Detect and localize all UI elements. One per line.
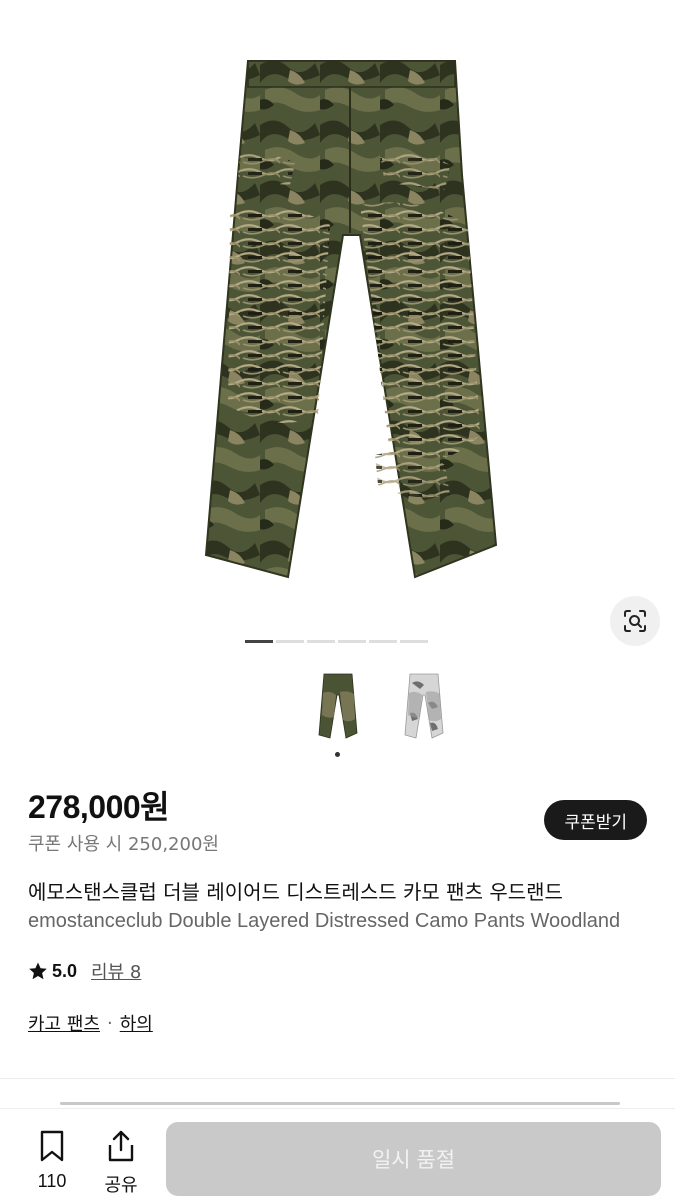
page-indicator — [307, 640, 335, 643]
thumbnail-image — [404, 673, 444, 739]
product-price: 278,000원 — [28, 789, 170, 825]
share-icon — [108, 1130, 134, 1162]
page-indicator — [338, 640, 366, 643]
obscured-text-line — [60, 1098, 620, 1108]
lens-search-icon — [624, 610, 646, 632]
sold-out-button[interactable]: 일시 품절 — [166, 1122, 661, 1196]
category-separator: · — [106, 1012, 113, 1034]
category-link-cargo-pants[interactable]: 카고 팬츠 — [28, 1010, 100, 1036]
bookmark-icon — [40, 1130, 64, 1162]
color-thumbnails — [315, 672, 447, 740]
rating-row: 5.0 리뷰 8 — [28, 958, 141, 984]
bottom-action-bar: 110 공유 일시 품절 — [0, 1108, 675, 1200]
rating-score: 5.0 — [52, 960, 78, 981]
category-breadcrumb: 카고 팬츠 · 하의 — [28, 1010, 153, 1036]
thumbnail-camo-dark[interactable] — [315, 672, 361, 740]
bookmark-button[interactable]: 110 — [24, 1129, 80, 1192]
page-indicator — [369, 640, 397, 643]
gallery-page-indicator — [245, 640, 428, 643]
product-image-gallery[interactable] — [0, 0, 675, 660]
product-image — [204, 60, 498, 579]
product-title-ko: 에모스탠스클럽 더블 레이어드 디스트레스드 카모 팬츠 우드랜드 — [28, 880, 563, 904]
product-title-en: emostanceclub Double Layered Distressed … — [28, 910, 621, 932]
share-label: 공유 — [104, 1175, 138, 1195]
review-link[interactable]: 리뷰 8 — [91, 958, 141, 984]
star-icon — [29, 962, 47, 980]
selected-thumbnail-dot — [335, 752, 340, 757]
thumbnail-image — [318, 673, 358, 739]
get-coupon-button[interactable]: 쿠폰받기 — [544, 800, 647, 840]
bookmark-count: 110 — [37, 1171, 67, 1191]
category-link-bottoms[interactable]: 하의 — [120, 1010, 153, 1036]
page-indicator — [400, 640, 428, 643]
image-search-button[interactable] — [610, 596, 660, 646]
share-button[interactable]: 공유 — [93, 1129, 149, 1197]
section-divider — [0, 1078, 675, 1079]
coupon-price: 쿠폰 사용 시 250,200원 — [28, 834, 219, 855]
page-indicator-active — [245, 640, 273, 643]
page-indicator — [276, 640, 304, 643]
thumbnail-camo-light[interactable] — [401, 672, 447, 740]
